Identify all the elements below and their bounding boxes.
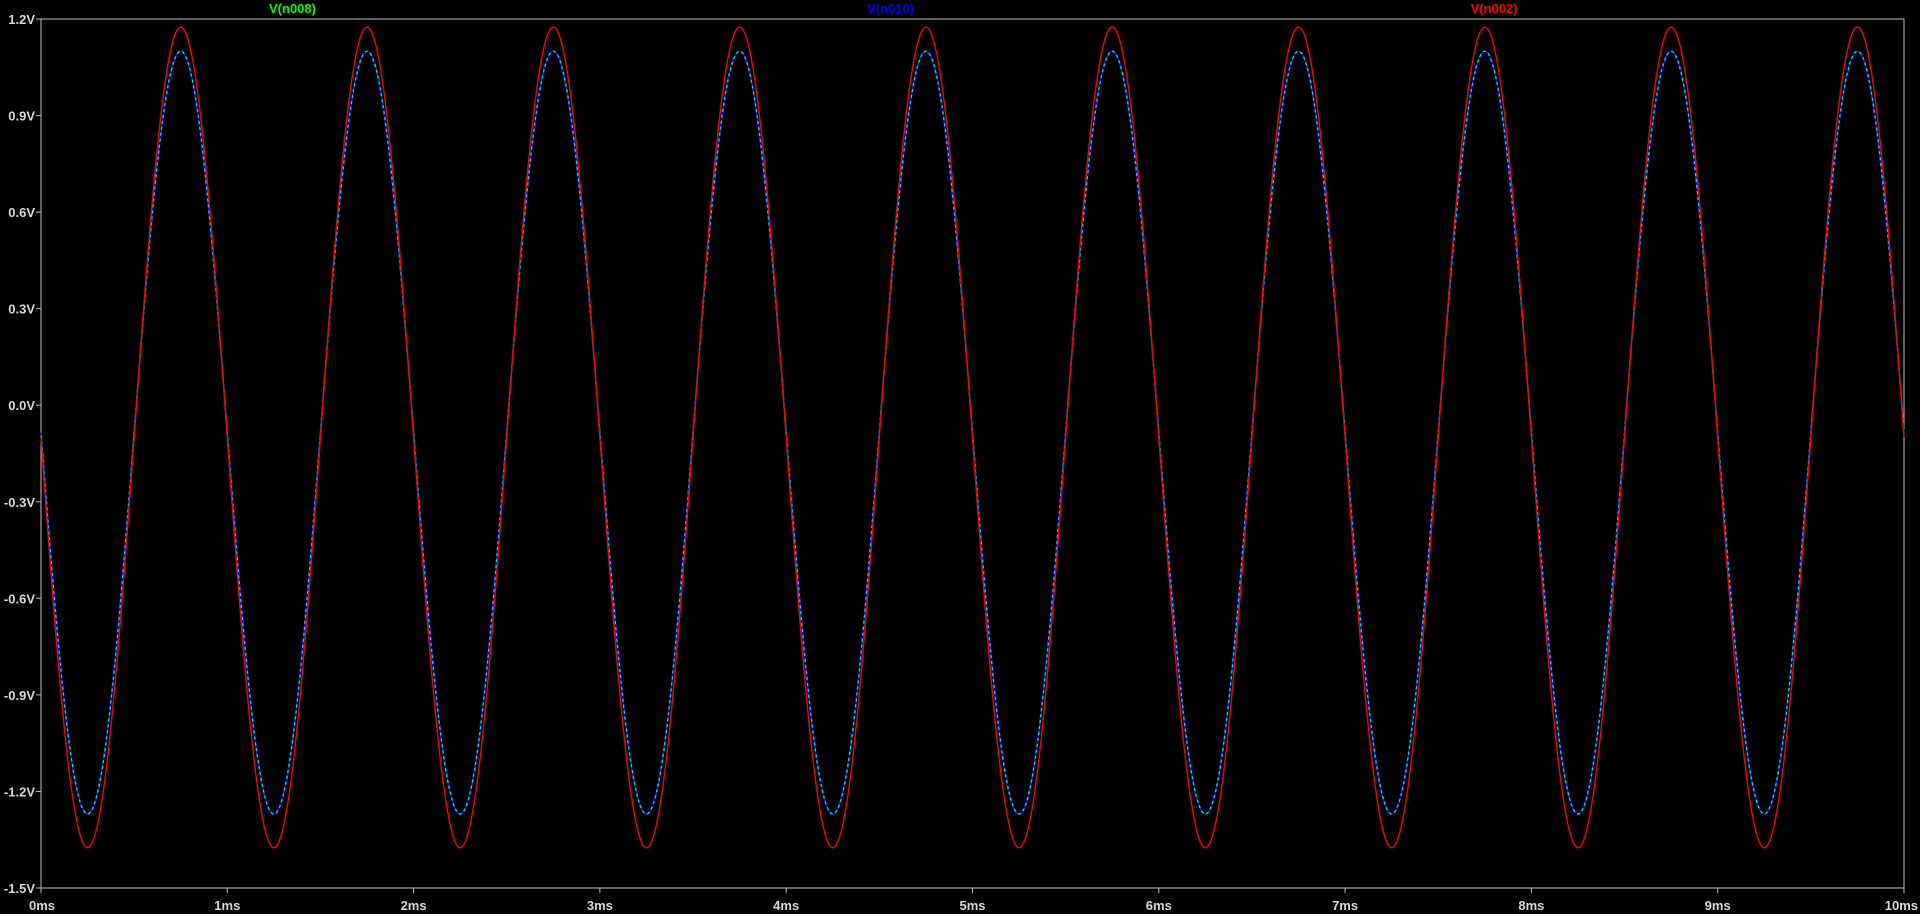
y-tick-label: -1.2V: [4, 784, 35, 799]
legend-entry[interactable]: V(n010): [867, 1, 914, 16]
y-tick-label: -1.5V: [4, 881, 35, 896]
x-tick-label: 2ms: [401, 898, 427, 913]
legend-entry[interactable]: V(n002): [1471, 1, 1518, 16]
waveform-chart[interactable]: V(n008) V(n010) V(n002) 1.2V 0.9V 0.6V 0.3V 0.…: [0, 0, 1920, 914]
y-tick-label: -0.9V: [4, 688, 35, 703]
y-tick-label: -0.6V: [4, 591, 35, 606]
x-tick-label: 3ms: [587, 898, 613, 913]
x-tick-label: 9ms: [1705, 898, 1731, 913]
y-tick-label: 0.9V: [8, 109, 35, 124]
series-line-vn002[interactable]: [40, 26, 1905, 849]
x-tick-label: 8ms: [1518, 898, 1544, 913]
plot-frame: [40, 18, 1905, 889]
legend-entry[interactable]: V(n008): [269, 1, 316, 16]
x-tick-label: 7ms: [1332, 898, 1358, 913]
x-tick-label: 6ms: [1146, 898, 1172, 913]
waveform-plot[interactable]: V(n008) V(n010) V(n002) 1.2V 0.9V 0.6V 0.3V 0.…: [0, 0, 1920, 914]
y-tick-label: 1.2V: [8, 12, 35, 27]
y-tick-label: 0.6V: [8, 205, 35, 220]
y-tick-label: 0.3V: [8, 302, 35, 317]
x-tick-label: 10ms: [1885, 898, 1918, 913]
x-tick-label: 0ms: [29, 898, 55, 913]
x-tick-label: 4ms: [773, 898, 799, 913]
legend: V(n008) V(n010) V(n002): [269, 1, 1518, 16]
x-tick-label: 5ms: [959, 898, 985, 913]
traces: [40, 26, 1905, 849]
x-tick-label: 1ms: [214, 898, 240, 913]
y-tick-label: -0.3V: [4, 495, 35, 510]
y-tick-label: 0.0V: [8, 398, 35, 413]
